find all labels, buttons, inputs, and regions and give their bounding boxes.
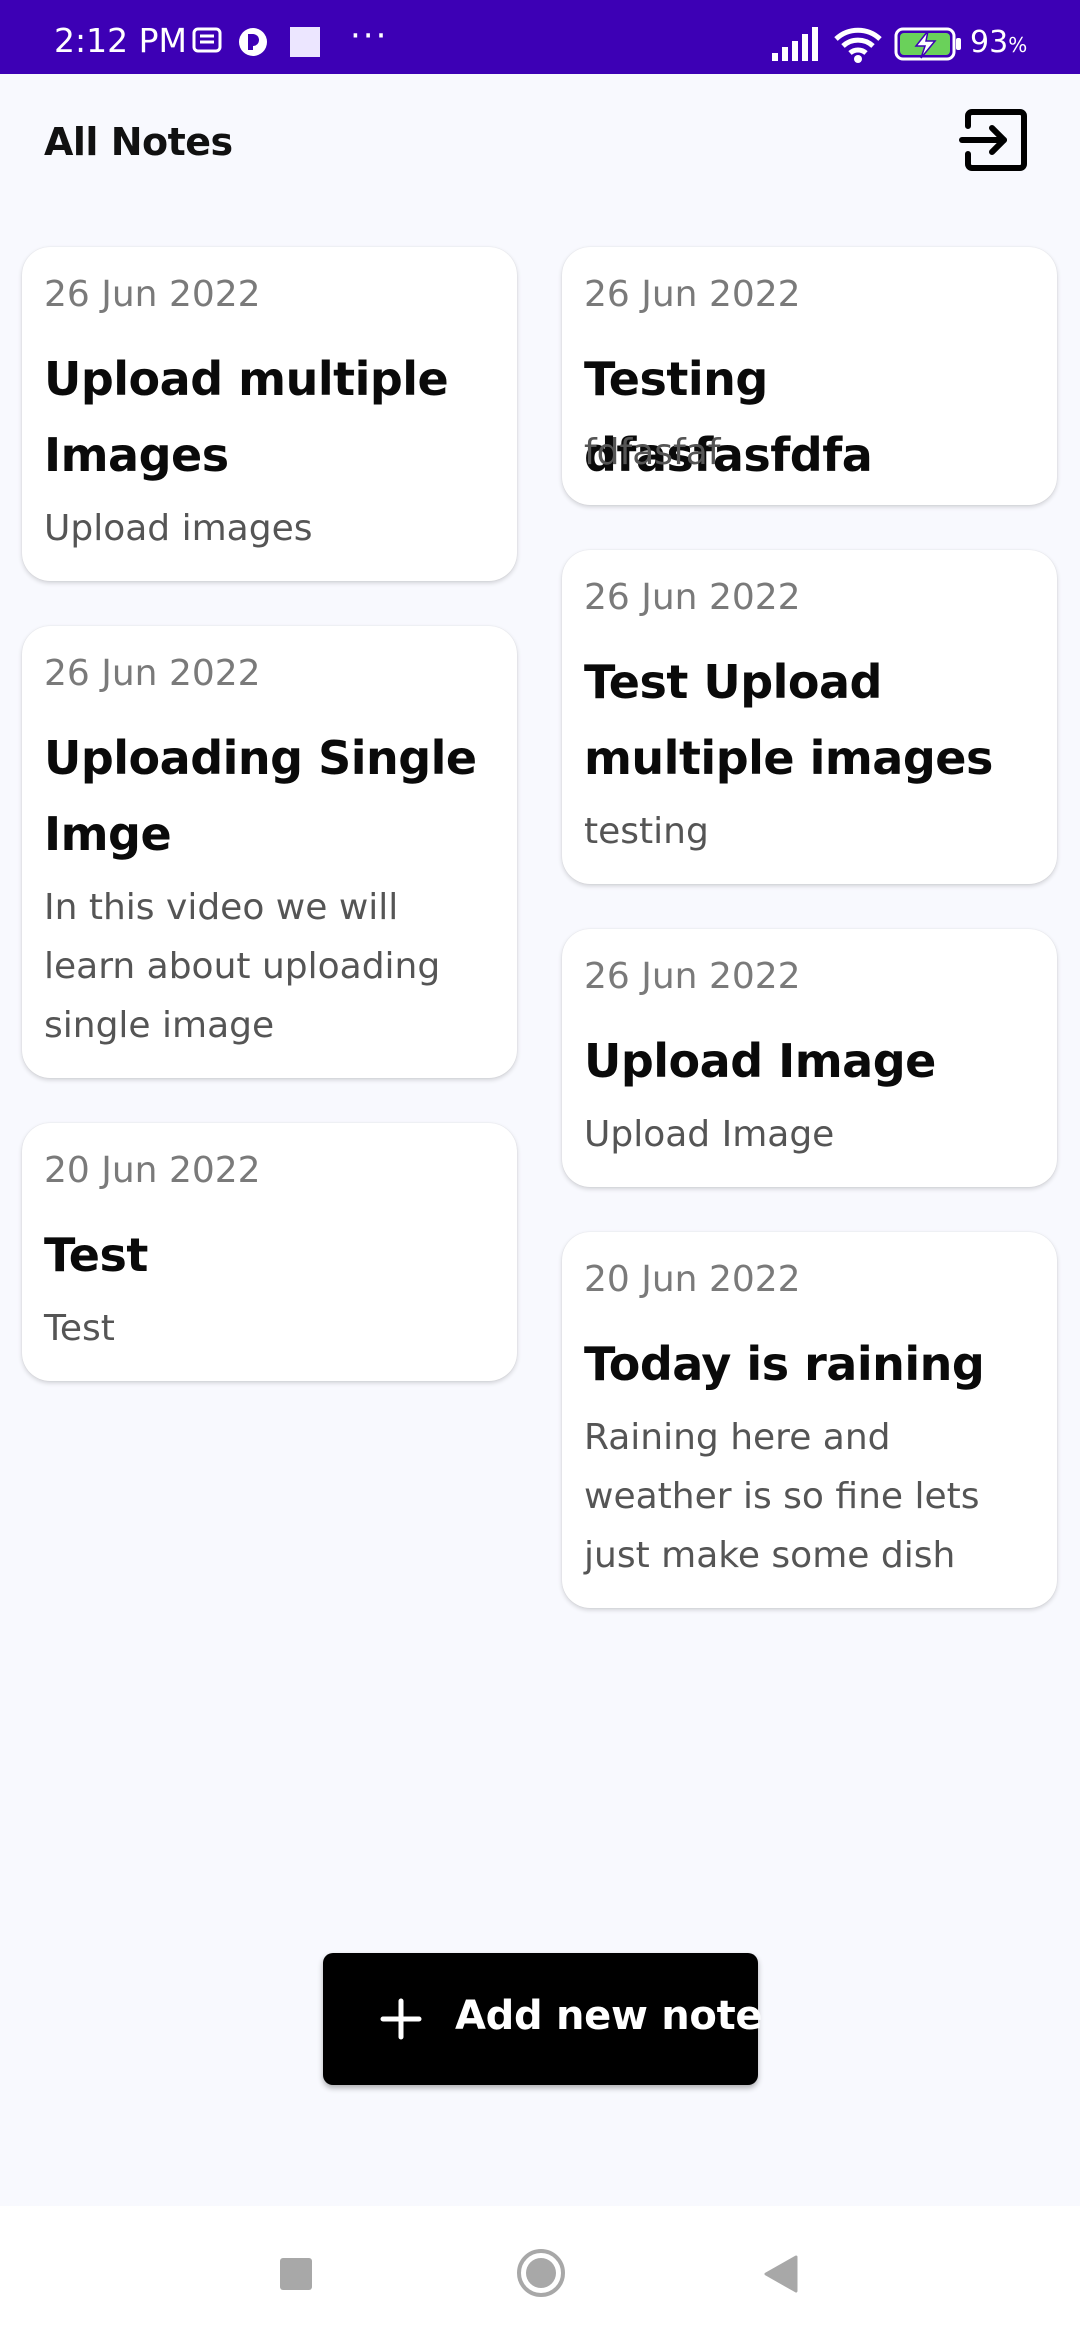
status-bar: 2:12 PM ··· 93%: [0, 0, 1080, 74]
note-body: Test: [44, 1308, 115, 1349]
note-body: Upload Image: [584, 1114, 835, 1155]
note-date: 20 Jun 2022: [584, 1259, 801, 1300]
note-card[interactable]: 26 Jun 2022 Testing dfasfasfdfa fdfasfaf: [562, 247, 1057, 505]
note-title: Test: [44, 1228, 148, 1282]
note-title: Upload Image: [584, 1034, 936, 1088]
note-card[interactable]: 20 Jun 2022 Today is raining Raining her…: [562, 1232, 1057, 1608]
note-date: 20 Jun 2022: [44, 1150, 261, 1191]
note-card[interactable]: 26 Jun 2022 Test Upload multiple images …: [562, 550, 1057, 884]
battery-charging-icon: [894, 27, 961, 61]
note-card[interactable]: 26 Jun 2022 Upload multiple Images Uploa…: [22, 247, 517, 581]
note-date: 26 Jun 2022: [584, 956, 801, 997]
status-time: 2:12 PM: [54, 21, 187, 60]
note-title: Uploading Single Imge: [44, 731, 477, 861]
more-dots-icon: ···: [350, 16, 389, 56]
note-card[interactable]: 26 Jun 2022 Uploading Single Imge In thi…: [22, 626, 517, 1078]
note-body: Upload images: [44, 508, 313, 549]
note-body: Raining here and weather is so fine lets…: [584, 1417, 980, 1576]
note-body: testing: [584, 811, 709, 852]
page-title: All Notes: [44, 120, 233, 164]
note-title: Test Upload multiple images: [584, 655, 993, 785]
plus-icon: [380, 1998, 422, 2040]
battery-percentage: 93%: [970, 25, 1028, 60]
note-body: fdfasfaf: [584, 432, 721, 473]
note-date: 26 Jun 2022: [44, 274, 261, 315]
notes-icon: [192, 27, 222, 53]
note-title: Today is raining: [584, 1337, 985, 1391]
square-icon: [290, 27, 320, 57]
navigation-bar: [0, 2206, 1080, 2340]
note-card[interactable]: 26 Jun 2022 Upload Image Upload Image: [562, 929, 1057, 1187]
logout-icon[interactable]: [958, 104, 1030, 176]
note-body: In this video we will learn about upload…: [44, 887, 441, 1046]
note-date: 26 Jun 2022: [44, 653, 261, 694]
add-new-note-label: Add new note: [455, 1993, 763, 2039]
home-icon[interactable]: [516, 2248, 566, 2298]
note-date: 26 Jun 2022: [584, 274, 801, 315]
app-icon: [239, 28, 267, 56]
wifi-icon: [834, 27, 882, 63]
recents-icon[interactable]: [280, 2258, 312, 2290]
signal-icon: [772, 27, 818, 61]
note-card[interactable]: 20 Jun 2022 Test Test: [22, 1123, 517, 1381]
note-title: Upload multiple Images: [44, 352, 449, 482]
note-date: 26 Jun 2022: [584, 577, 801, 618]
add-new-note-button[interactable]: Add new note: [323, 1953, 763, 2085]
back-icon[interactable]: [762, 2254, 800, 2294]
